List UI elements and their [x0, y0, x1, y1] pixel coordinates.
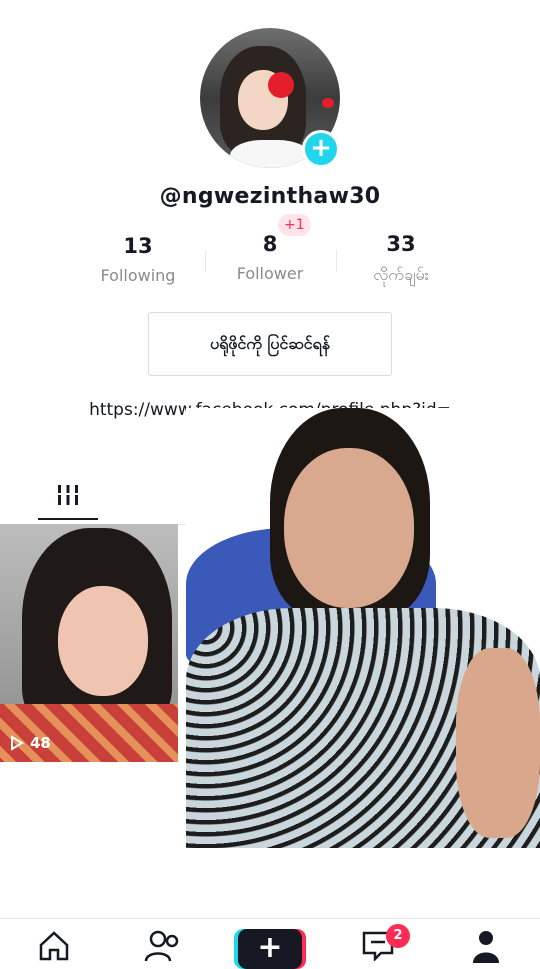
- likes-label: လိုက်ချမ်း: [373, 265, 429, 284]
- inbox-badge: 2: [386, 924, 410, 948]
- likes-stat[interactable]: 33 လိုက်ချမ်း: [341, 232, 461, 288]
- create-button[interactable]: +: [238, 929, 302, 969]
- add-avatar-button[interactable]: +: [302, 130, 340, 168]
- friends-icon: [144, 930, 179, 961]
- nav-home[interactable]: [34, 929, 74, 963]
- video-thumbnail[interactable]: [0, 524, 178, 762]
- username: @ngwezinthaw30: [159, 184, 381, 209]
- followers-stat[interactable]: 8 Follower: [210, 232, 330, 283]
- following-count: 13: [123, 234, 153, 258]
- profile-icon: [473, 931, 499, 963]
- tab-videos[interactable]: [38, 470, 98, 520]
- video-views: 48: [10, 734, 51, 752]
- bottom-nav: +: [0, 918, 540, 969]
- following-stat[interactable]: 13 Following: [78, 234, 198, 285]
- stat-divider: [336, 250, 337, 272]
- video-view-count: 48: [30, 734, 51, 752]
- nav-friends[interactable]: [143, 929, 183, 963]
- nav-profile[interactable]: [466, 929, 506, 963]
- person-overlay-video: [186, 408, 540, 848]
- followers-count: 8: [262, 232, 278, 256]
- edit-profile-button[interactable]: ပရိုဖိုင်ကို ပြင်ဆင်ရန်: [148, 312, 392, 376]
- likes-count: 33: [386, 232, 416, 256]
- active-tab-indicator: [38, 518, 98, 520]
- home-icon: [39, 931, 69, 961]
- following-label: Following: [100, 266, 176, 285]
- followers-label: Follower: [236, 264, 304, 283]
- play-icon: [11, 735, 24, 751]
- grid-icon: [56, 485, 80, 505]
- profile-avatar[interactable]: +: [200, 28, 340, 168]
- stat-divider: [205, 250, 206, 272]
